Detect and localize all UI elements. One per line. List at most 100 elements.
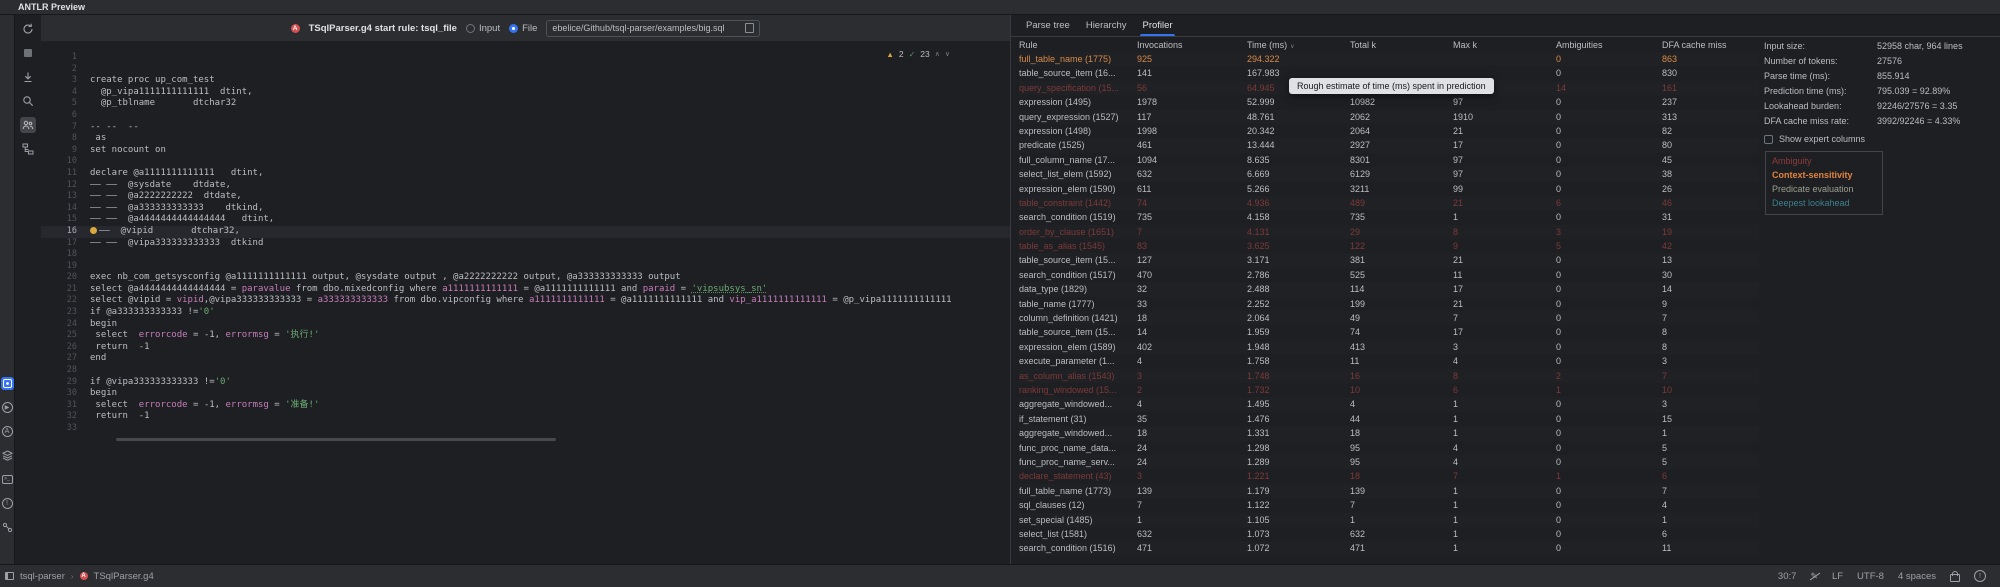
lock-icon[interactable] — [1950, 574, 1960, 582]
code-line[interactable]: 11declare @a1111111111111 dtint, — [41, 168, 1010, 180]
problems-tool-icon[interactable]: ! — [1, 497, 14, 510]
column-header[interactable]: Max k — [1453, 39, 1556, 52]
code-line[interactable]: 28 — [41, 365, 1010, 377]
caret-position[interactable]: 30:7 — [1778, 571, 1797, 582]
code-line[interactable]: 20exec nb_com_getsysconfig @a11111111111… — [41, 272, 1010, 284]
profiler-table-row[interactable]: full_table_name (1775)925294.3220863 — [1019, 52, 1759, 66]
next-problem-icon[interactable]: ∨ — [945, 50, 950, 58]
profiler-people-icon[interactable] — [20, 117, 36, 133]
stop-icon[interactable] — [20, 45, 36, 61]
profiler-table-row[interactable]: aggregate_windowed...41.4954103 — [1019, 397, 1759, 411]
code-line[interactable]: 22select @vipid = vipid,@vipa33333333333… — [41, 295, 1010, 307]
refresh-icon[interactable] — [20, 21, 36, 37]
code-line[interactable]: 15—— —— @a4444444444444444 dtint, — [41, 214, 1010, 226]
sql-editor[interactable]: 123create proc up_com_test4 @p_vipa11111… — [41, 41, 1010, 565]
profiler-table-header[interactable]: RuleInvocationsTime (ms)∨Total kMax kAmb… — [1019, 39, 1759, 52]
code-line[interactable]: 27end — [41, 353, 1010, 365]
profiler-table-row[interactable]: func_proc_name_data...241.29895405 — [1019, 441, 1759, 455]
code-line[interactable]: 29if @vipa333333333333 !='0' — [41, 377, 1010, 389]
profiler-table-row[interactable]: expression (1498)199820.342206421082 — [1019, 124, 1759, 138]
profiler-table-row[interactable]: as_column_alias (1543)31.74816827 — [1019, 369, 1759, 383]
file-chooser-icon[interactable] — [745, 23, 754, 33]
prev-problem-icon[interactable]: ∧ — [935, 50, 940, 58]
code-line[interactable]: 17—— —— @vipa333333333333 dtkind — [41, 238, 1010, 250]
intention-bulb-icon[interactable] — [90, 227, 97, 234]
code-line[interactable]: 13—— —— @a2222222222 dtdate, — [41, 191, 1010, 203]
layers-tool-icon[interactable] — [1, 449, 14, 462]
profiler-table-row[interactable]: table_constraint (1442)744.93648921646 — [1019, 196, 1759, 210]
code-line[interactable]: 1 — [41, 52, 1010, 64]
profiler-table-row[interactable]: func_proc_name_serv...241.28995405 — [1019, 455, 1759, 469]
profiler-table-row[interactable]: table_source_item (15...141.959741708 — [1019, 325, 1759, 339]
code-line[interactable]: 6 — [41, 110, 1010, 122]
code-line[interactable]: 26 return -1 — [41, 342, 1010, 354]
profiler-table-row[interactable]: expression_elem (1590)6115.266321199026 — [1019, 182, 1759, 196]
profiler-table-row[interactable]: table_name (1777)332.2521992109 — [1019, 297, 1759, 311]
code-line[interactable]: 4 @p_vipa1111111111111 dtint, — [41, 87, 1010, 99]
scroll-down-icon[interactable] — [20, 69, 36, 85]
column-header[interactable]: Total k — [1350, 39, 1453, 52]
breadcrumb-file[interactable]: TSqlParser.g4 — [94, 571, 154, 582]
show-expert-columns-checkbox[interactable]: Show expert columns — [1764, 131, 1999, 147]
code-line[interactable]: 19 — [41, 261, 1010, 273]
code-line[interactable]: 30begin — [41, 388, 1010, 400]
tool-window-toggle-icon[interactable] — [5, 572, 14, 580]
code-line[interactable]: 31 select errorcode = -1, errormsg = '准备… — [41, 400, 1010, 412]
profiler-table-row[interactable]: aggregate_windowed...181.33118101 — [1019, 426, 1759, 440]
profiler-table-row[interactable]: expression_elem (1589)4021.948413308 — [1019, 340, 1759, 354]
profiler-table-row[interactable]: if_statement (31)351.476441015 — [1019, 412, 1759, 426]
tab-profiler[interactable]: Profiler — [1134, 15, 1180, 36]
code-line[interactable]: 3create proc up_com_test — [41, 75, 1010, 87]
tab-hierarchy[interactable]: Hierarchy — [1078, 15, 1135, 36]
profiler-table-row[interactable]: expression (1495)197852.99910982970237 — [1019, 95, 1759, 109]
code-line[interactable]: 23if @a333333333333 !='0' — [41, 307, 1010, 319]
code-line[interactable]: 7-- -- -- — [41, 122, 1010, 134]
code-line[interactable]: 8 as — [41, 133, 1010, 145]
breadcrumb-project[interactable]: tsql-parser — [20, 571, 65, 582]
indent-setting[interactable]: 4 spaces — [1898, 571, 1936, 582]
column-header[interactable]: Ambiguities — [1556, 39, 1662, 52]
line-separator[interactable]: LF — [1832, 571, 1843, 582]
profiler-table-row[interactable]: select_list (1581)6321.073632106 — [1019, 527, 1759, 541]
code-line[interactable]: 14—— —— @a333333333333 dtkind, — [41, 203, 1010, 215]
column-header[interactable]: Rule — [1019, 39, 1137, 52]
run-tool-icon[interactable]: ▶ — [1, 401, 14, 414]
inspections-widget[interactable]: ▲ 2 ✓ 23 ∧ ∨ — [886, 49, 950, 59]
code-line[interactable]: 5 @p_tblname dtchar32 — [41, 98, 1010, 110]
code-line[interactable]: 16—— @vipid dtchar32, — [41, 226, 1010, 238]
readonly-pen-icon[interactable]: ✎ — [1810, 571, 1818, 582]
column-header[interactable]: Time (ms)∨ — [1247, 39, 1350, 52]
code-line[interactable]: 25 select errorcode = -1, errormsg = '执行… — [41, 330, 1010, 342]
profiler-table-row[interactable]: ranking_windowed (15...21.732106110 — [1019, 383, 1759, 397]
profiler-table-row[interactable]: declare_statement (43)31.22118716 — [1019, 469, 1759, 483]
test-file-path-field[interactable]: ebelice/Github/tsql-parser/examples/big.… — [546, 20, 760, 37]
antlr-preview-tool-icon[interactable] — [1, 377, 14, 390]
profiler-table-row[interactable]: query_expression (1527)11748.76120621910… — [1019, 110, 1759, 124]
profiler-table-row[interactable]: data_type (1829)322.48811417014 — [1019, 282, 1759, 296]
profiler-table-row[interactable]: select_list_elem (1592)6326.669612997038 — [1019, 167, 1759, 181]
profiler-table-row[interactable]: sql_clauses (12)71.1227104 — [1019, 498, 1759, 512]
notifications-icon[interactable]: ! — [1974, 570, 1986, 582]
code-line[interactable]: 33 — [41, 423, 1010, 435]
profiler-table-row[interactable]: set_special (1485)11.1051101 — [1019, 513, 1759, 527]
terminal-tool-icon[interactable]: >_ — [1, 473, 14, 486]
code-line[interactable]: 24begin — [41, 319, 1010, 331]
profiler-table-row[interactable]: search_condition (1516)4711.0724711011 — [1019, 541, 1759, 555]
search-icon[interactable] — [20, 93, 36, 109]
profiler-table-row[interactable]: search_condition (1519)7354.1587351031 — [1019, 210, 1759, 224]
profiler-table-row[interactable]: table_source_item (15...1273.17138121013 — [1019, 253, 1759, 267]
hierarchy-icon[interactable] — [20, 141, 36, 157]
code-line[interactable]: 10 — [41, 156, 1010, 168]
profiler-table-row[interactable]: full_column_name (17...10948.63583019704… — [1019, 153, 1759, 167]
horizontal-scrollbar[interactable] — [116, 438, 556, 441]
profiler-table-row[interactable]: full_table_name (1773)1391.179139107 — [1019, 484, 1759, 498]
code-line[interactable]: 2 — [41, 64, 1010, 76]
column-header[interactable]: Invocations — [1137, 39, 1247, 52]
code-line[interactable]: 12—— —— @sysdate dtdate, — [41, 180, 1010, 192]
code-line[interactable]: 21select @a4444444444444444 = paravalue … — [41, 284, 1010, 296]
file-encoding[interactable]: UTF-8 — [1857, 571, 1884, 582]
profiler-table-row[interactable]: order_by_clause (1651)74.131298319 — [1019, 225, 1759, 239]
profiler-table-row[interactable]: column_definition (1421)182.06449707 — [1019, 311, 1759, 325]
profiler-table-row[interactable]: execute_parameter (1...41.75811403 — [1019, 354, 1759, 368]
profiler-table-row[interactable]: table_as_alias (1545)833.6251229542 — [1019, 239, 1759, 253]
